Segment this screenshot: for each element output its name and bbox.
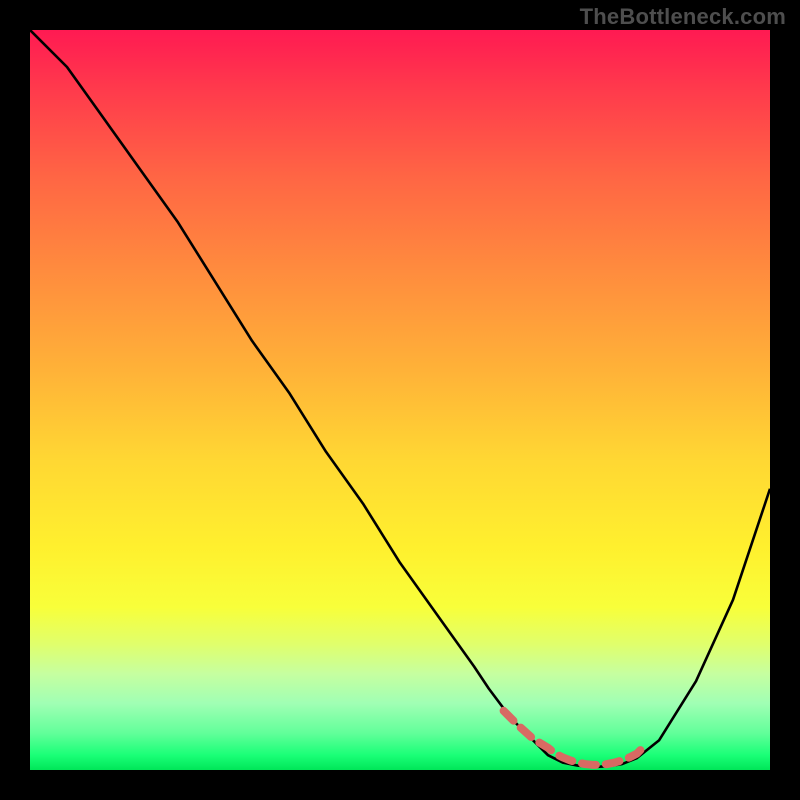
chart-frame: TheBottleneck.com xyxy=(0,0,800,800)
highlight-band xyxy=(504,711,645,765)
plot-area xyxy=(30,30,770,770)
plot-svg xyxy=(30,30,770,770)
main-curve xyxy=(30,30,770,767)
watermark-text: TheBottleneck.com xyxy=(580,4,786,30)
